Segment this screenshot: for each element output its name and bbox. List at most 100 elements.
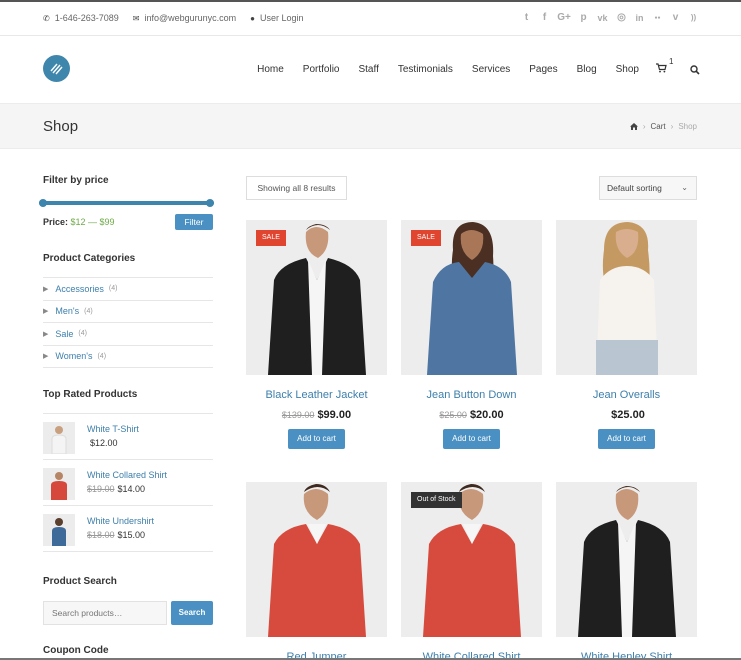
category-item[interactable]: ▶ Women's (4) [43, 346, 213, 368]
phone-number: 1-646-263-7089 [54, 13, 119, 23]
product-title[interactable]: Jean Overalls [556, 389, 697, 401]
sorting-select[interactable]: Default sorting ⌄ [599, 176, 697, 200]
product-search-title: Product Search [43, 576, 117, 587]
product-image[interactable] [246, 482, 387, 637]
category-label[interactable]: Sale [55, 329, 73, 339]
model-photo [556, 220, 697, 375]
category-label[interactable]: Accessories [55, 284, 104, 294]
filter-button[interactable]: Filter [175, 214, 213, 230]
vk-icon[interactable]: vk [596, 12, 609, 24]
product-card[interactable]: Jean Overalls $25.00 Add to cart [556, 220, 697, 449]
nav-home[interactable]: Home [257, 64, 284, 75]
breadcrumb-cart[interactable]: Cart [651, 122, 666, 131]
flickr-icon[interactable]: ●● [652, 12, 663, 24]
main-nav: Home Portfolio Staff Testimonials Servic… [238, 57, 700, 76]
caret-right-icon: ▶ [43, 353, 49, 361]
product-image[interactable] [556, 482, 697, 637]
search-icon[interactable] [690, 64, 700, 75]
product-card[interactable]: SALE Black Leather Jacket $139.00 $99.00 … [246, 220, 387, 449]
model-photo [556, 482, 697, 637]
out-of-stock-badge: Out of Stock [411, 492, 462, 508]
linkedin-icon[interactable]: in [634, 12, 645, 24]
price-label: Price: $12 — $99 [43, 217, 115, 227]
product-card[interactable]: Red Jumper [246, 482, 387, 660]
add-to-cart-button[interactable]: Add to cart [443, 429, 500, 449]
add-to-cart-button[interactable]: Add to cart [598, 429, 655, 449]
cart-link[interactable]: 1 [656, 57, 673, 76]
price-slider-min-handle[interactable] [39, 199, 47, 207]
site-header: Home Portfolio Staff Testimonials Servic… [0, 36, 741, 103]
user-login-link[interactable]: ● User Login [250, 13, 303, 23]
nav-portfolio[interactable]: Portfolio [303, 64, 340, 75]
product-thumbnail[interactable] [43, 514, 75, 546]
product-card[interactable]: SALE Jean Button Down $25.00 $20.00 Add t… [401, 220, 542, 449]
twitter-icon[interactable]: t [521, 12, 532, 24]
vimeo-icon[interactable]: v [670, 12, 681, 24]
product-card[interactable]: White Henley Shirt [556, 482, 697, 660]
list-item[interactable]: White Undershirt $18.00 $15.00 [43, 506, 213, 552]
search-button[interactable]: Search [171, 601, 213, 625]
product-name[interactable]: White T-Shirt [87, 424, 139, 434]
product-card[interactable]: Out of Stock White Collared Shirt [401, 482, 542, 660]
home-icon[interactable] [629, 123, 638, 130]
list-item[interactable]: White T-Shirt $12.00 [43, 414, 213, 460]
category-count: (4) [97, 352, 107, 360]
top-rated-products: Top Rated Products White T-Shirt $12.00 … [43, 389, 213, 552]
email-contact[interactable]: ✉ info@webgurunyc.com [133, 13, 236, 23]
product-search-input[interactable] [43, 601, 167, 625]
top-bar: ✆ 1-646-263-7089 ✉ info@webgurunyc.com ●… [0, 0, 741, 36]
product-name[interactable]: White Collared Shirt [87, 470, 167, 480]
facebook-icon[interactable]: f [539, 12, 550, 24]
category-label[interactable]: Men's [55, 306, 79, 316]
top-rated-title: Top Rated Products [43, 389, 138, 400]
nav-pages[interactable]: Pages [529, 64, 557, 75]
product-price: $18.00 $15.00 [87, 530, 146, 540]
page-title: Shop [43, 118, 79, 135]
nav-services[interactable]: Services [472, 64, 510, 75]
product-price: $12.00 [90, 438, 118, 448]
nav-staff[interactable]: Staff [358, 64, 378, 75]
product-price: $139.00 $99.00 [281, 409, 352, 421]
breadcrumb-shop: Shop [678, 122, 697, 131]
category-item[interactable]: ▶ Men's (4) [43, 301, 213, 323]
google-plus-icon[interactable]: G+ [557, 12, 571, 24]
price-filter-row: Price: $12 — $99 Filter [43, 214, 213, 230]
person-figure-icon [51, 426, 67, 455]
product-title[interactable]: Jean Button Down [401, 389, 542, 401]
product-name[interactable]: White Undershirt [87, 516, 154, 526]
product-image[interactable]: Out of Stock [401, 482, 542, 637]
sale-badge: SALE [256, 230, 286, 246]
phone-contact: ✆ 1-646-263-7089 [43, 13, 119, 23]
product-price: $19.00 $14.00 [87, 484, 146, 494]
product-title[interactable]: Black Leather Jacket [246, 389, 387, 401]
category-label[interactable]: Women's [55, 351, 92, 361]
user-login-label[interactable]: User Login [260, 13, 304, 23]
sorting-value[interactable]: Default sorting [607, 183, 662, 193]
pinterest-icon[interactable]: p [578, 12, 589, 24]
breadcrumb-separator: › [670, 122, 674, 131]
product-price: $25.00 [611, 409, 645, 421]
logo[interactable] [43, 55, 70, 82]
list-item[interactable]: White Collared Shirt $19.00 $14.00 [43, 460, 213, 506]
nav-testimonials[interactable]: Testimonials [398, 64, 453, 75]
breadcrumb-separator: › [642, 122, 646, 131]
price-range-slider[interactable] [39, 199, 214, 207]
price-slider-max-handle[interactable] [206, 199, 214, 207]
product-image[interactable]: SALE [246, 220, 387, 375]
nav-blog[interactable]: Blog [577, 64, 597, 75]
product-thumbnail[interactable] [43, 422, 75, 455]
instagram-icon[interactable]: ◎ [616, 12, 627, 24]
email-address[interactable]: info@webgurunyc.com [144, 13, 236, 23]
coupon-code-title: Coupon Code [43, 645, 109, 656]
add-to-cart-button[interactable]: Add to cart [288, 429, 345, 449]
category-item[interactable]: ▶ Accessories (4) [43, 278, 213, 301]
logo-mark-icon [50, 63, 63, 75]
category-count: (4) [78, 330, 87, 338]
rss-icon[interactable]: )) [688, 12, 699, 24]
product-thumbnail[interactable] [43, 468, 75, 500]
product-image[interactable] [556, 220, 697, 375]
price-range-value: $12 — $99 [70, 217, 115, 227]
product-image[interactable]: SALE [401, 220, 542, 375]
nav-shop[interactable]: Shop [616, 64, 639, 75]
category-item[interactable]: ▶ Sale (4) [43, 323, 213, 346]
